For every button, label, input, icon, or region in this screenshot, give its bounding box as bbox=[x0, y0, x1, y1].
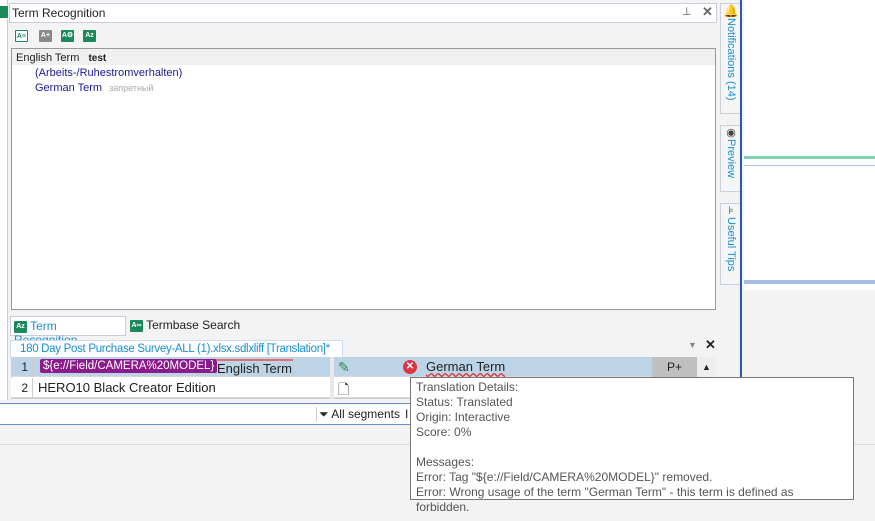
green-rule bbox=[744, 156, 875, 159]
term-list: English Term test (Arbeits-/Ruhestromver… bbox=[11, 48, 716, 310]
blue-rule-thick bbox=[744, 280, 875, 284]
source-term-row[interactable]: English Term test bbox=[12, 49, 715, 65]
dropdown-icon[interactable]: ▼ bbox=[688, 340, 697, 350]
sidebar-notifications[interactable]: 🔔 Notifications (14) bbox=[720, 3, 740, 114]
target-term: German Term bbox=[35, 82, 103, 94]
tooltip-line: Status: Translated bbox=[416, 395, 513, 409]
termbase-icon[interactable]: Az bbox=[83, 30, 96, 42]
term-status: запретный bbox=[109, 83, 154, 93]
eye-icon: ◉ bbox=[726, 127, 736, 139]
filter-label: All segments bbox=[331, 407, 400, 421]
error-icon[interactable]: ✕ bbox=[403, 360, 417, 374]
scroll-up-button[interactable]: ▲ bbox=[697, 357, 716, 377]
tooltip-line bbox=[416, 440, 848, 455]
source-term-value: test bbox=[88, 53, 107, 64]
close-document-icon[interactable]: ✕ bbox=[705, 337, 716, 353]
segment-number: 2 bbox=[11, 378, 33, 398]
tooltip-line: Origin: Interactive bbox=[416, 410, 511, 424]
tooltip-line: Messages: bbox=[416, 455, 475, 469]
left-strip bbox=[0, 0, 8, 400]
status-extra: I bbox=[405, 407, 409, 421]
termbase-settings-icon[interactable]: A⚙ bbox=[61, 30, 74, 42]
edited-pencil-icon: ✎ bbox=[338, 359, 350, 375]
close-icon[interactable]: ✕ bbox=[702, 4, 713, 20]
match-status: P+ bbox=[652, 357, 697, 377]
target-term-row[interactable]: German Term запретный bbox=[12, 79, 715, 94]
sidebar-useful-tips[interactable]: ⊧ Useful Tips bbox=[720, 203, 740, 285]
sidebar-label: Useful Tips bbox=[725, 217, 737, 272]
target-text[interactable]: German Term bbox=[426, 359, 505, 374]
source-text[interactable]: HERO10 Black Creator Edition bbox=[38, 380, 216, 395]
grid-icon bbox=[0, 6, 8, 18]
termbase-icon: Az bbox=[14, 320, 27, 333]
bell-icon: 🔔 bbox=[723, 4, 739, 18]
filter-icon: ⏷ bbox=[319, 407, 329, 421]
translation-details-tooltip: Translation Details: Status: Translated … bbox=[410, 377, 854, 514]
filter-button[interactable]: ⏷ All segments bbox=[316, 407, 400, 422]
placeholder-tag[interactable]: ${e://Field/CAMERA%20MODEL} bbox=[40, 359, 218, 373]
search-binoculars-icon: A∞ bbox=[130, 319, 143, 332]
tooltip-line: Translation Details: bbox=[416, 380, 519, 394]
document-tab[interactable]: 180 Day Post Purchase Survey-ALL (1).xls… bbox=[10, 340, 343, 358]
add-term-icon[interactable]: A+ bbox=[39, 30, 52, 42]
tooltip-line: Error: Wrong usage of the term "German T… bbox=[416, 485, 794, 514]
tab-label: Termbase Search bbox=[146, 318, 241, 332]
synonym-term[interactable]: (Arbeits-/Ruhestromverhalten) bbox=[12, 65, 715, 79]
term-view-icon[interactable]: A≡ bbox=[15, 30, 28, 42]
segment-number: 1 bbox=[11, 357, 33, 377]
tooltip-line: Score: 0% bbox=[416, 425, 472, 439]
blue-rule bbox=[744, 165, 875, 166]
signpost-icon: ⊧ bbox=[728, 205, 734, 217]
tab-term-recognition[interactable]: Az Term Recognition bbox=[10, 316, 126, 347]
right-content bbox=[744, 0, 875, 290]
source-text[interactable]: English Term bbox=[216, 359, 293, 376]
panel-title: Term Recognition bbox=[12, 6, 106, 20]
pin-icon[interactable]: ⊥ bbox=[682, 5, 692, 18]
tooltip-line: Error: Tag "${e://Field/CAMERA%20MODEL}"… bbox=[416, 470, 713, 484]
sidebar-label: Notifications (14) bbox=[725, 18, 737, 101]
panel-header: Term Recognition ⊥ ✕ bbox=[9, 3, 717, 23]
sidebar-preview[interactable]: ◉ Preview bbox=[720, 125, 740, 192]
tab-termbase-search[interactable]: A∞ Termbase Search bbox=[128, 318, 242, 336]
segment-row[interactable]: 1 ${e://Field/CAMERA%20MODEL} English Te… bbox=[11, 357, 716, 377]
source-term-label: English Term bbox=[16, 52, 80, 64]
document-tab-label: 180 Day Post Purchase Survey-ALL (1).xls… bbox=[20, 343, 330, 355]
sidebar-label: Preview bbox=[725, 139, 737, 179]
document-icon: 🗋 bbox=[338, 381, 350, 397]
column-divider bbox=[330, 357, 334, 399]
